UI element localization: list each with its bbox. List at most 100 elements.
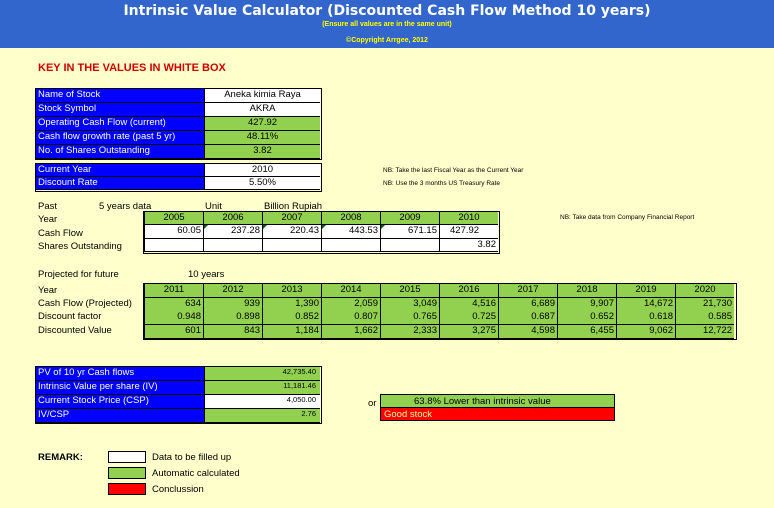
legend-text: Conclussion — [152, 484, 204, 495]
projected-year-cell: 2012 — [203, 284, 262, 298]
projected-cash-flow-cell: 1,390 — [262, 297, 321, 312]
past-row-label: Cash Flow — [38, 228, 83, 239]
summary-value: 2.76 — [204, 409, 320, 423]
past-cash-flow-cell[interactable]: 237.28 — [203, 225, 262, 239]
note-financial-report: NB: Take data from Company Financial Rep… — [560, 214, 695, 221]
page-subtitle: (Ensure all values are in the same unit) — [322, 21, 452, 28]
projected-year-cell: 2015 — [380, 284, 439, 298]
past-row-label: Shares Outstanding — [38, 241, 122, 252]
summary-label: Current Stock Price (CSP) — [36, 395, 204, 409]
remark-label: REMARK: — [38, 452, 83, 463]
past-cash-flow-cell[interactable]: 443.53 — [321, 225, 380, 239]
past-year-cell: 2008 — [321, 212, 380, 225]
projected-years-label: 10 years — [188, 269, 225, 280]
projected-year-cell: 2019 — [616, 284, 675, 298]
discounted-value-cell: 4,598 — [498, 324, 557, 339]
stock-info-value[interactable]: Aneka kimia Raya — [204, 89, 320, 103]
discount-factor-cell: 0.618 — [616, 311, 675, 325]
discounted-value-cell: 2,333 — [380, 324, 439, 339]
legend-swatch — [108, 467, 146, 479]
note-treasury-rate: NB: Use the 3 months US Treasury Rate — [383, 180, 501, 187]
projected-year-cell: 2017 — [498, 284, 557, 298]
formula-marker-icon — [381, 225, 385, 229]
projected-cash-flow-cell: 6,689 — [498, 297, 557, 312]
discount-factor-cell: 0.948 — [144, 311, 203, 325]
discount-factor-cell: 0.687 — [498, 311, 557, 325]
discounted-value-cell: 9,062 — [616, 324, 675, 339]
discounted-value-cell: 12,722 — [675, 324, 734, 339]
stock-info-label: Cash flow growth rate (past 5 yr) — [36, 131, 204, 145]
discounted-value-cell: 1,184 — [262, 324, 321, 339]
summary-value: 11,181.46 — [204, 381, 320, 395]
stock-info-value[interactable]: AKRA — [204, 103, 320, 117]
projected-cash-flow-cell: 634 — [144, 297, 203, 312]
past-shares-cell[interactable] — [380, 239, 439, 252]
discounted-value-cell: 3,275 — [439, 324, 498, 339]
formula-marker-icon — [263, 225, 267, 229]
past-shares-cell[interactable] — [262, 239, 321, 252]
rate-value[interactable]: 5.50% — [204, 177, 320, 190]
legend-text: Data to be filled up — [152, 452, 232, 463]
projected-cash-flow-cell: 2,059 — [321, 297, 380, 312]
projected-cash-flow-cell: 14,672 — [616, 297, 675, 312]
past-cash-flow-cell[interactable]: 220.43 — [262, 225, 321, 239]
past-cash-flow-cell[interactable]: 671.15 — [380, 225, 439, 239]
past-shares-cell[interactable] — [203, 239, 262, 252]
formula-marker-icon — [204, 225, 208, 229]
summary-value: 42,735.40 — [204, 367, 320, 381]
summary-label: Intrinsic Value per share (IV) — [36, 381, 204, 395]
past-year-cell: 2007 — [262, 212, 321, 225]
discounted-value-cell: 1,662 — [321, 324, 380, 339]
summary-value[interactable]: 4,050.00 — [204, 395, 320, 409]
legend-swatch — [108, 483, 146, 495]
note-fiscal-year: NB: Take the last Fiscal Year as the Cur… — [383, 167, 524, 174]
copyright-text: ©Copyright Arrgee, 2012 — [346, 37, 428, 44]
lower-than-iv-cell: 63.8% Lower than intrinsic value — [380, 394, 615, 408]
projected-cash-flow-cell: 21,730 — [675, 297, 734, 312]
projected-label: Projected for future — [38, 269, 119, 280]
past-cash-flow-cell[interactable]: 60.05 — [144, 225, 203, 239]
discount-factor-cell: 0.652 — [557, 311, 616, 325]
rate-value[interactable]: 2010 — [204, 164, 320, 177]
stock-info-value: 48.11% — [204, 131, 320, 145]
header-bar: Intrinsic Value Calculator (Discounted C… — [0, 0, 774, 48]
projected-row-label: Cash Flow (Projected) — [38, 298, 132, 309]
discounted-value-cell: 6,455 — [557, 324, 616, 339]
projected-year-cell: 2011 — [144, 284, 203, 298]
past-shares-cell[interactable] — [321, 239, 380, 252]
past-cash-flow-cell[interactable]: 427.92 — [439, 225, 498, 239]
past-year-cell: 2005 — [144, 212, 203, 225]
past-label: Past — [38, 201, 58, 212]
discounted-value-cell: 601 — [144, 324, 203, 339]
projected-row-label: Discount factor — [38, 311, 102, 322]
projected-year-cell: 2018 — [557, 284, 616, 298]
verdict-text: Good stock — [384, 409, 433, 420]
legend-swatch — [108, 451, 146, 463]
past-shares-cell[interactable]: 3.82 — [439, 239, 498, 252]
summary-label: IV/CSP — [36, 409, 204, 423]
discount-factor-cell: 0.898 — [203, 311, 262, 325]
projected-year-cell: 2020 — [675, 284, 734, 298]
rate-label: Current Year — [36, 164, 204, 177]
projected-cash-flow-cell: 9,907 — [557, 297, 616, 312]
formula-marker-icon — [322, 225, 326, 229]
lower-than-iv-text: 63.8% Lower than intrinsic value — [414, 396, 551, 407]
discount-factor-cell: 0.765 — [380, 311, 439, 325]
legend-text: Automatic calculated — [152, 468, 240, 479]
projected-cash-flow-cell: 4,516 — [439, 297, 498, 312]
past-row-label: Year — [38, 214, 58, 225]
verdict-cell: Good stock — [380, 407, 615, 421]
discount-factor-cell: 0.852 — [262, 311, 321, 325]
stock-info-label: No. of Shares Outstanding — [36, 145, 204, 159]
page-title: Intrinsic Value Calculator (Discounted C… — [123, 3, 651, 19]
discount-factor-cell: 0.585 — [675, 311, 734, 325]
rate-label: Discount Rate — [36, 177, 204, 190]
projected-year-cell: 2016 — [439, 284, 498, 298]
past-shares-cell[interactable] — [144, 239, 203, 252]
projected-row-label: Year — [38, 285, 58, 296]
stock-info-label: Stock Symbol — [36, 103, 204, 117]
discounted-value-cell: 843 — [203, 324, 262, 339]
stock-info-value: 427.92 — [204, 117, 320, 131]
projected-cash-flow-cell: 3,049 — [380, 297, 439, 312]
summary-label: PV of 10 yr Cash flows — [36, 367, 204, 381]
